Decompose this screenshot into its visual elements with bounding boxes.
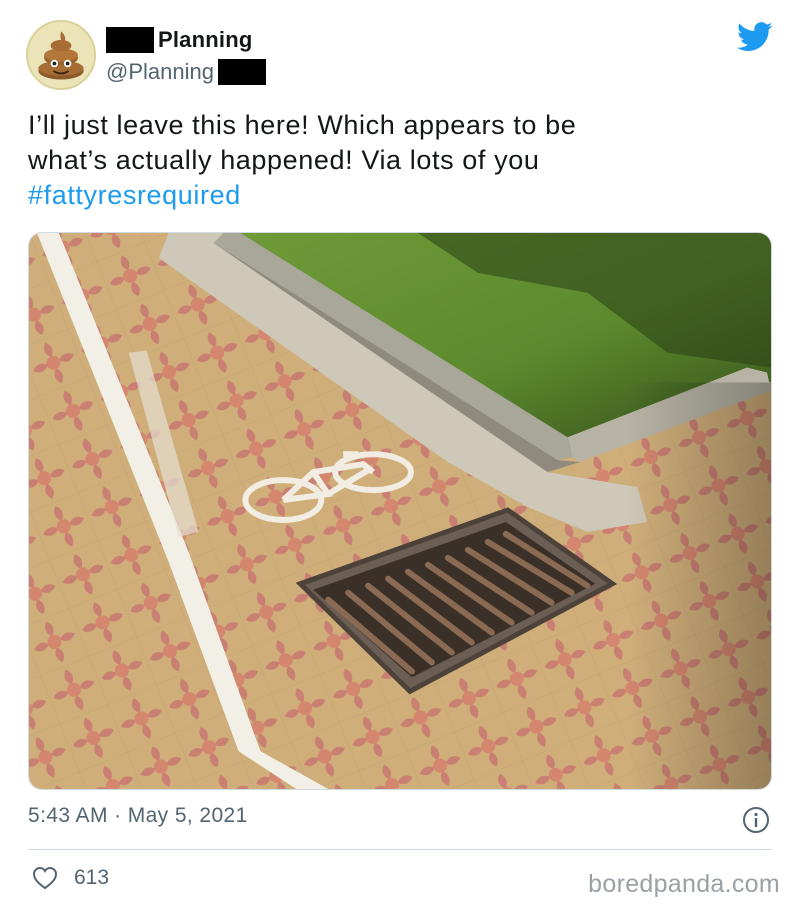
watermark: boredpanda.com <box>588 870 780 898</box>
divider <box>28 849 772 850</box>
author-handle-row[interactable]: @Planning <box>106 58 266 86</box>
user-handle[interactable]: @Planning <box>106 59 214 85</box>
redaction-box <box>106 27 154 53</box>
twitter-bird-icon[interactable] <box>737 22 773 52</box>
poop-emoji-icon <box>28 22 94 88</box>
tweet-text-line: what’s actually happened! Via lots of yo… <box>28 145 540 175</box>
author-name-row[interactable]: Planning <box>106 26 253 54</box>
display-name[interactable]: Planning <box>158 27 253 53</box>
tweet-photo[interactable] <box>28 232 772 790</box>
tweet-timestamp[interactable]: 5:43 AM · May 5, 2021 <box>28 804 248 828</box>
redaction-box <box>217 59 266 85</box>
like-count: 613 <box>74 866 110 889</box>
hashtag-link[interactable]: #fattyresrequired <box>28 178 768 213</box>
tweet-text: I’ll just leave this here! Which appears… <box>28 108 768 213</box>
tweet-text-line: I’ll just leave this here! Which appears… <box>28 110 577 140</box>
info-icon[interactable] <box>742 806 770 834</box>
avatar[interactable] <box>26 20 96 90</box>
tweet-card: Planning @Planning I’ll just leave this … <box>0 0 800 909</box>
bike-lane-drain-photo <box>29 233 771 789</box>
heart-icon[interactable] <box>32 866 58 890</box>
